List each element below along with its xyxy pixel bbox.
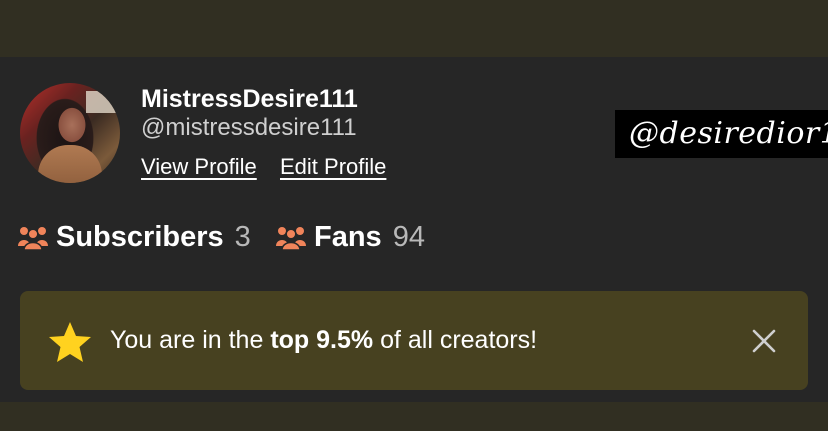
ranking-message: You are in the top 9.5% of all creators! bbox=[110, 325, 537, 355]
watermark-overlay: @desiredior11 bbox=[615, 110, 828, 158]
bottom-band bbox=[0, 402, 828, 431]
username-handle: @mistressdesire111 bbox=[141, 114, 357, 141]
edit-profile-link[interactable]: Edit Profile bbox=[280, 153, 386, 181]
watermark-text: @desiredior11 bbox=[629, 116, 828, 151]
subscribers-count: 3 bbox=[234, 220, 251, 253]
subscribers-stat: Subscribers 3 bbox=[18, 220, 251, 254]
ranking-notice-banner: You are in the top 9.5% of all creators! bbox=[20, 291, 808, 390]
display-name: MistressDesire111 bbox=[141, 85, 358, 113]
top-band bbox=[0, 0, 828, 57]
star-icon bbox=[49, 322, 91, 362]
users-group-icon bbox=[18, 227, 48, 250]
subscribers-label: Subscribers bbox=[56, 220, 224, 253]
avatar-background-window bbox=[86, 91, 116, 113]
fans-count: 94 bbox=[392, 220, 425, 253]
close-icon[interactable] bbox=[750, 327, 778, 355]
ranking-message-prefix: You are in the bbox=[110, 326, 271, 354]
view-profile-link[interactable]: View Profile bbox=[141, 153, 257, 181]
ranking-percentile: top 9.5% bbox=[270, 326, 374, 354]
avatar-shirt bbox=[38, 145, 102, 183]
fans-stat: Fans 94 bbox=[276, 220, 425, 254]
ranking-message-suffix: of all creators! bbox=[373, 326, 538, 354]
avatar[interactable] bbox=[20, 83, 120, 183]
fans-label: Fans bbox=[314, 220, 382, 253]
users-group-icon bbox=[276, 227, 306, 250]
